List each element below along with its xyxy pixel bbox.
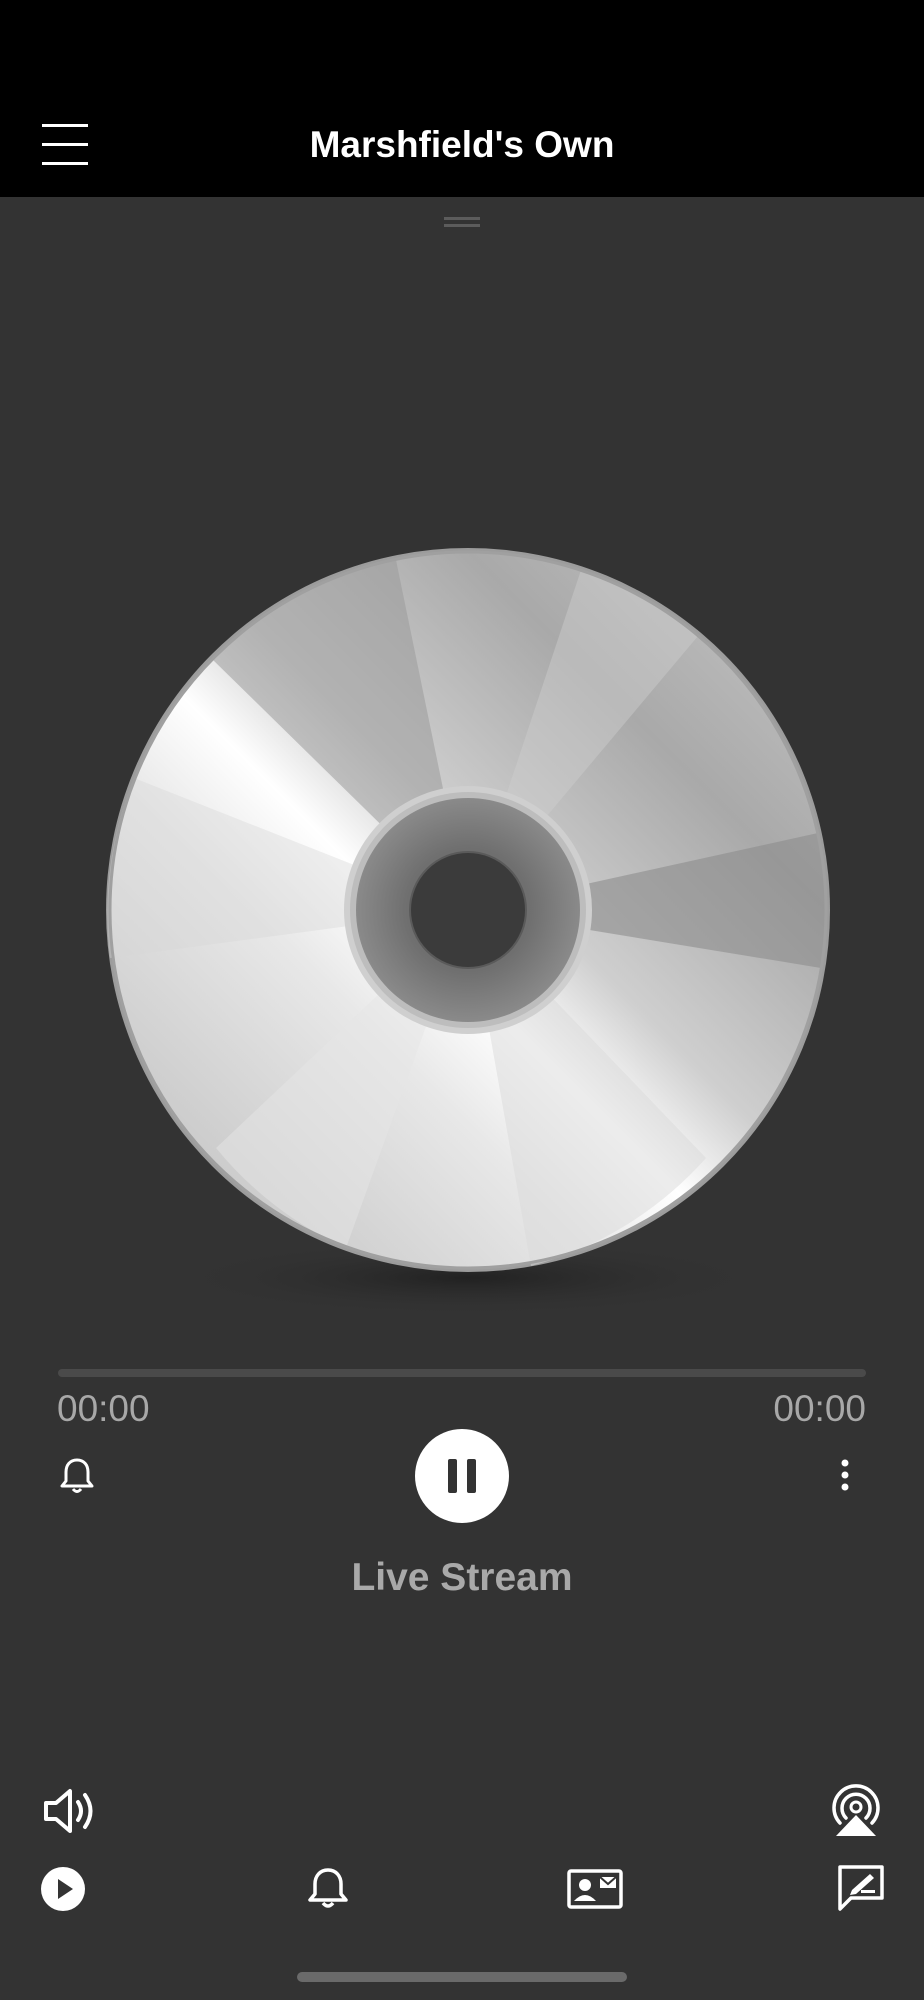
track-title: Live Stream: [351, 1556, 573, 1599]
airplay-audio-icon[interactable]: [828, 1783, 884, 1837]
elapsed-time: 00:00: [57, 1388, 150, 1429]
bell-tab-icon[interactable]: [308, 1866, 348, 1910]
progress-slider[interactable]: [58, 1369, 866, 1377]
play-circle-icon[interactable]: [40, 1866, 86, 1912]
speaker-icon[interactable]: [42, 1785, 98, 1837]
bell-icon[interactable]: [60, 1457, 94, 1495]
contact-card-icon[interactable]: [567, 1869, 623, 1909]
page-title: Marshfield's Own: [309, 124, 615, 165]
compact-disc-icon: [106, 548, 830, 1324]
drag-handle-icon[interactable]: [444, 216, 480, 230]
pause-icon: [448, 1459, 476, 1493]
duration-time: 00:00: [773, 1388, 866, 1429]
pause-button[interactable]: [415, 1429, 509, 1523]
home-indicator: [297, 1972, 627, 1982]
more-vertical-icon[interactable]: [835, 1459, 855, 1493]
compose-message-icon[interactable]: [837, 1864, 885, 1912]
app-header: Marshfield's Own: [0, 0, 924, 197]
